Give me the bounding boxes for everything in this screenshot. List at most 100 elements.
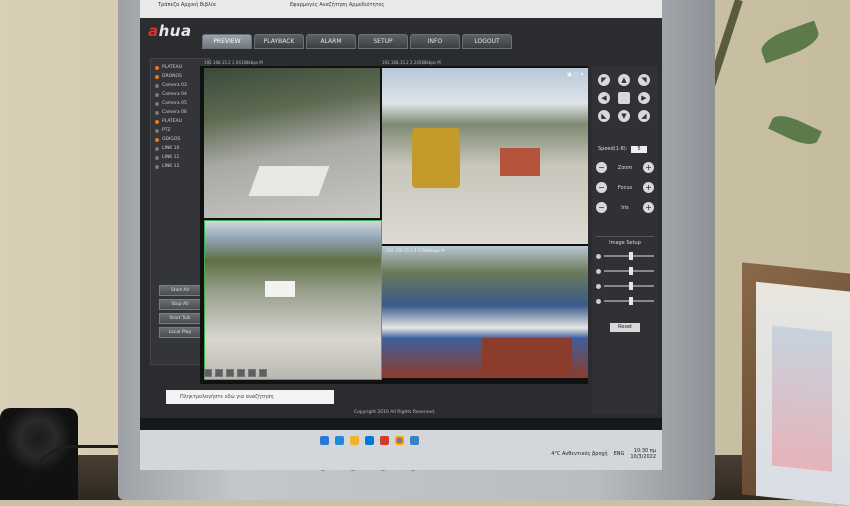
camera-status-icon [155,146,159,151]
arrow-left-icon[interactable]: ◀ [598,92,610,104]
tab-info[interactable]: INFO [410,34,460,49]
camera-status-icon [155,101,159,106]
file-explorer-icon[interactable] [350,436,359,445]
video-tile-1[interactable] [204,68,380,218]
photo [772,325,832,472]
video-grid: 192.168.15.2 1 04168kbps M 192.168.15.2 … [200,60,588,384]
hue-slider[interactable] [596,296,654,306]
zoom-out-button[interactable]: − [596,162,607,173]
reset-button[interactable]: Reset [610,323,640,332]
arrow-up-left-icon[interactable]: ◤ [598,74,610,86]
language-indicator[interactable]: ENG [614,451,625,457]
iris-row: − Iris + [596,202,654,213]
backhoe-shape [412,128,460,188]
camera-label: Camera 03 [162,83,187,88]
bookmark-item[interactable]: Εφαρμογές Αναζήτηση Αρμοδιότητες [290,2,384,8]
video-tile-3[interactable] [204,220,382,380]
speed-control: Speed(1-8): 5 [598,146,648,153]
camera-label: LINK 11 [162,155,180,160]
weather-text[interactable]: 4°C Αυθεντικός βροχή [551,451,607,457]
zoom-row: − Zoom + [596,162,654,173]
camera-label: ODIGOS [162,137,181,142]
arrow-down-icon[interactable]: ▼ [618,110,630,122]
ptz-panel: ◤ ▲ ◥ ◀ ▶ ◣ ▼ ◢ Speed(1-8): 5 − Zoom + − [592,66,658,414]
slider-knob[interactable] [629,297,633,305]
clock[interactable]: 10:30 πμ 10/3/2022 [630,448,656,460]
brand-logo: ahua [148,22,192,40]
slider-knob[interactable] [629,252,633,260]
arrow-up-icon[interactable]: ▲ [618,74,630,86]
zoom-label: Zoom [617,164,633,171]
windows-taskbar: 4°C Αυθεντικός βροχή ENG 10:30 πμ 10/3/2… [140,430,662,470]
edge-icon[interactable] [335,436,344,445]
taskbar-search-input[interactable]: Πληκτρολογήστε εδώ για αναζήτηση [166,390,334,404]
camera-label: PLATEAU [162,65,183,70]
tile-toolbar-icons: ▣ ▢ ✕ [567,72,584,78]
layout-4-icon[interactable] [215,369,223,377]
photo-frame [742,262,850,506]
office-icon[interactable] [380,436,389,445]
camera-label: LINK 10 [162,146,180,151]
start-talk-button[interactable]: Start Talk [159,313,201,324]
zoom-in-button[interactable]: + [642,162,654,173]
fullscreen-icon[interactable] [248,369,256,377]
main-tabs: PREVIEW PLAYBACK ALARM SETUP INFO LOGOUT [202,34,512,49]
truck-shape [248,166,330,196]
browser-bookmarks-bar: Τράπεζα Αρχική Βιβλία Εφαρμογές Αναζήτησ… [140,0,662,18]
tab-setup[interactable]: SETUP [358,34,408,49]
layout-9-icon[interactable] [226,369,234,377]
speed-label: Speed(1-8): [598,146,628,152]
focus-row: − Focus + [596,182,654,193]
taskbar-icons [320,436,419,445]
store-icon[interactable] [365,436,374,445]
image-setup-panel: Image Setup Reset [596,236,654,332]
system-tray: 4°C Αυθεντικός βροχή ENG 10:30 πμ 10/3/2… [551,448,656,460]
tab-alarm[interactable]: ALARM [306,34,356,49]
arrow-down-right-icon[interactable]: ◢ [638,110,650,122]
contrast-slider[interactable] [596,266,654,276]
tab-playback[interactable]: PLAYBACK [254,34,304,49]
stop-all-button[interactable]: Stop All [159,299,201,310]
app-icon[interactable] [410,436,419,445]
local-play-button[interactable]: Local Play [159,327,201,338]
camera-label: Camera 04 [162,92,187,97]
chrome-icon[interactable] [395,436,404,445]
camera-label: DRONOS [162,74,182,79]
iris-close-button[interactable]: − [596,202,607,213]
ptz-center-icon[interactable] [618,92,630,104]
layout-1-icon[interactable] [204,369,212,377]
dvr-web-client: ahua PREVIEW PLAYBACK ALARM SETUP INFO L… [140,18,662,418]
arrow-right-icon[interactable]: ▶ [638,92,650,104]
saturation-slider[interactable] [596,281,654,291]
focus-in-button[interactable]: + [643,182,654,193]
ptz-direction-pad: ◤ ▲ ◥ ◀ ▶ ◣ ▼ ◢ [598,74,652,122]
slider-knob[interactable] [629,282,633,290]
cam2-header: 192.168.15.2 2 24568kbps M [382,60,441,65]
building-shape [500,148,540,176]
slider-knob[interactable] [629,267,633,275]
focus-label: Focus [617,184,633,191]
camera-label: PLATEAU [162,119,183,124]
tab-preview[interactable]: PREVIEW [202,34,252,49]
arrow-down-left-icon[interactable]: ◣ [598,110,610,122]
arrow-up-right-icon[interactable]: ◥ [638,74,650,86]
camera-status-icon [155,92,159,97]
iris-label: Iris [621,204,629,211]
camera-status-icon [155,65,159,70]
camera-label: PTZ [162,128,171,133]
bookmark-item[interactable]: Τράπεζα Αρχική Βιβλία [158,2,216,8]
start-all-button[interactable]: Start All [159,285,201,296]
focus-out-button[interactable]: − [596,182,607,193]
brightness-slider[interactable] [596,251,654,261]
video-tile-2[interactable]: ▣ ▢ ✕ [382,68,588,244]
snapshot-icon[interactable] [259,369,267,377]
saturation-icon [596,283,601,289]
tab-logout[interactable]: LOGOUT [462,34,512,49]
task-view-icon[interactable] [320,436,329,445]
video-tile-4[interactable]: 192.168.15.2 4 37968kbps M [382,246,588,378]
layout-16-icon[interactable] [237,369,245,377]
camera-status-icon [155,137,159,142]
camera-status-icon [155,164,159,169]
iris-open-button[interactable]: + [643,202,654,213]
speed-select[interactable]: 5 [631,146,648,153]
